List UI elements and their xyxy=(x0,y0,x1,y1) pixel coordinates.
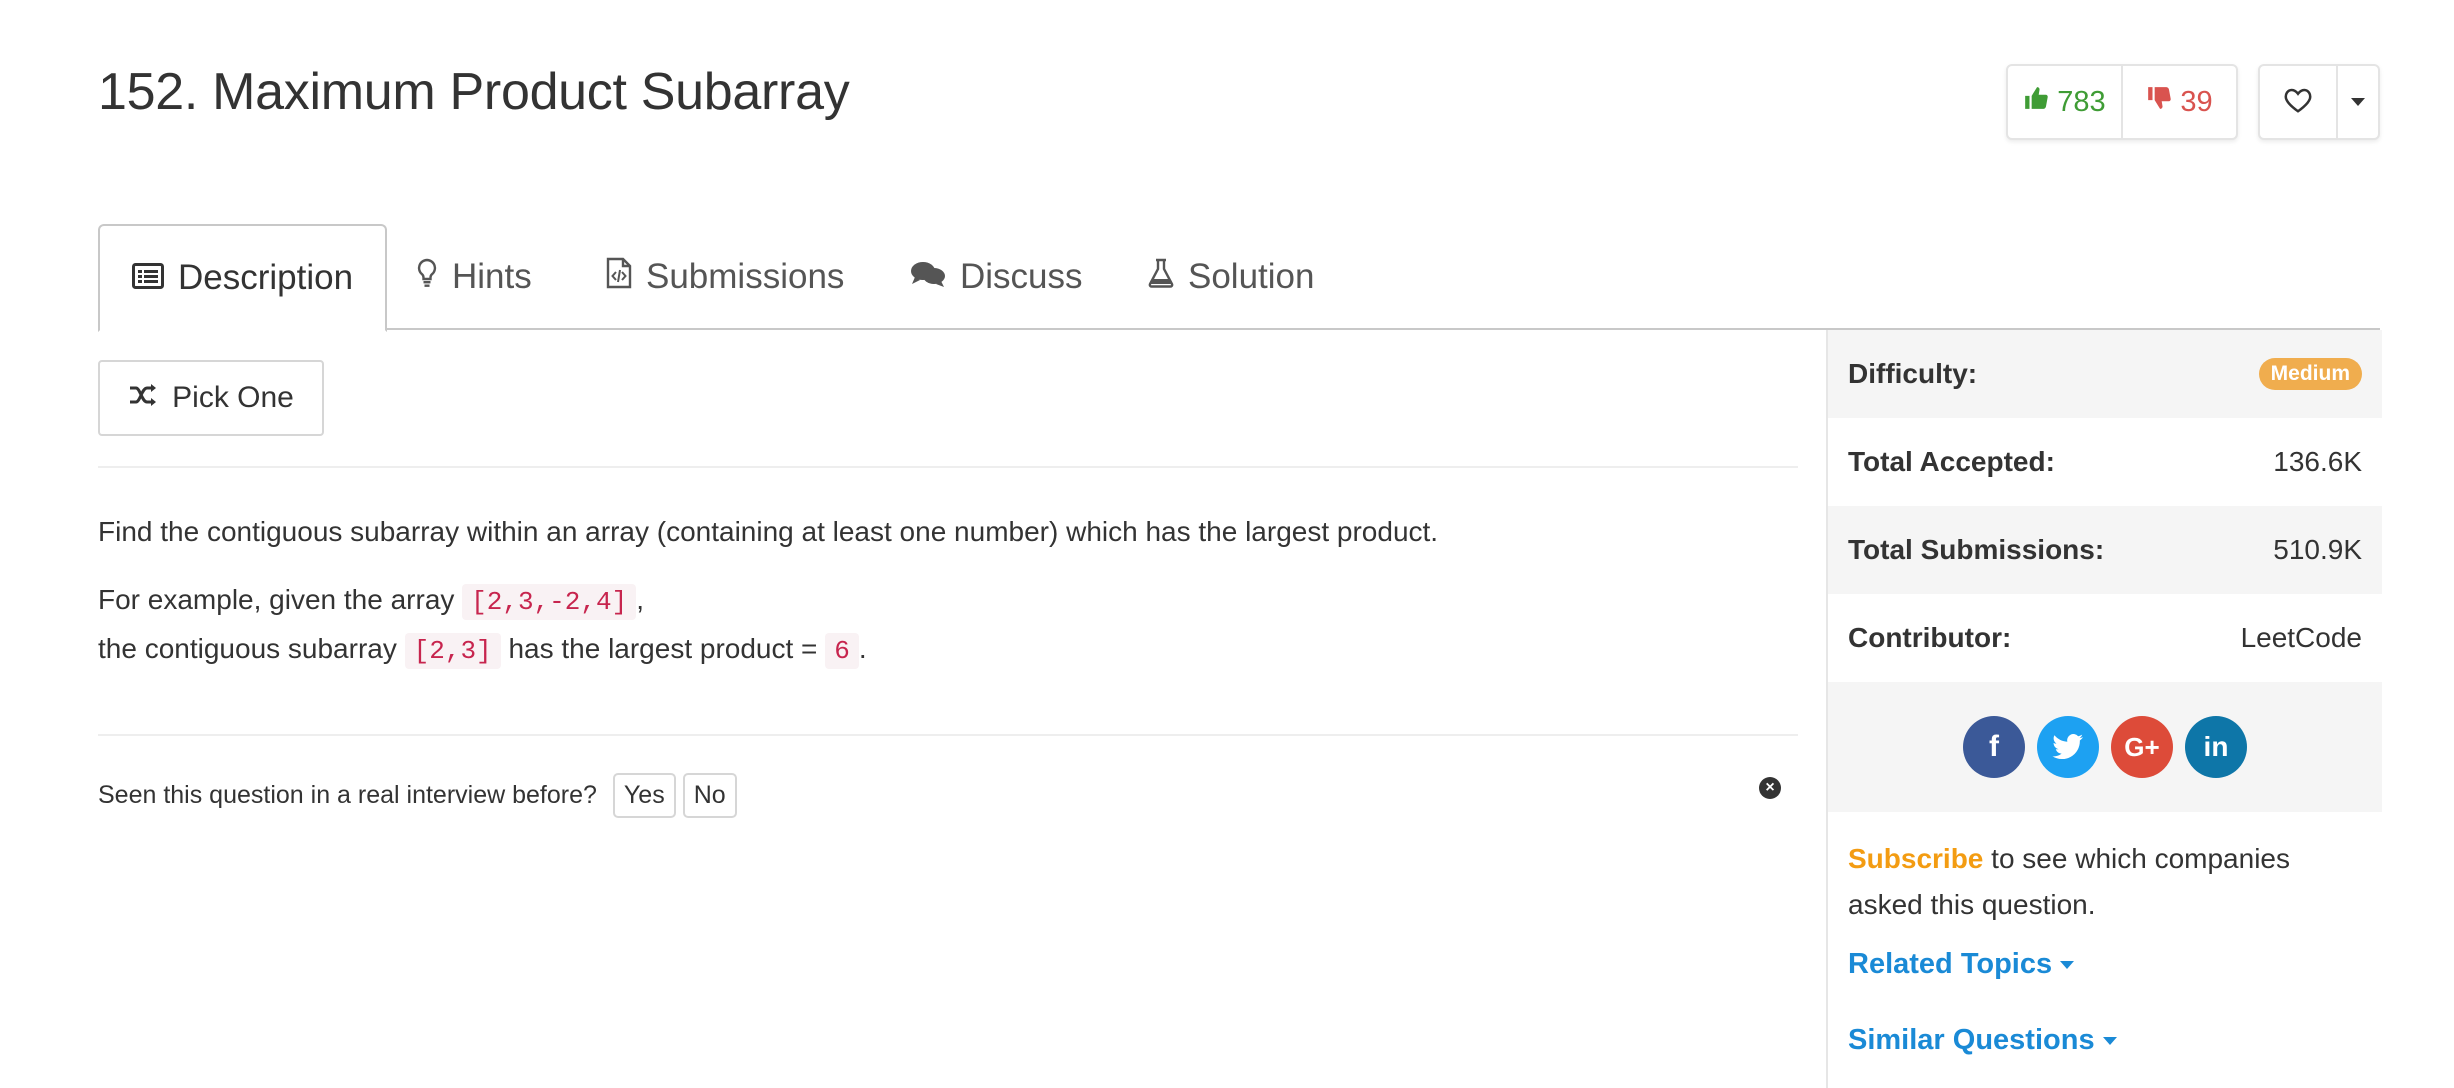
tab-label: Solution xyxy=(1188,257,1315,296)
difficulty-label: Difficulty: xyxy=(1848,358,1978,389)
example-array-code: [2,3,-2,4] xyxy=(462,584,637,620)
interview-question: Seen this question in a real interview b… xyxy=(98,772,737,818)
example-result-line: the contiguous subarray [2,3] has the la… xyxy=(98,624,867,676)
lightbulb-icon xyxy=(416,257,438,297)
linkedin-glyph: in xyxy=(2203,731,2229,762)
yes-button[interactable]: Yes xyxy=(612,772,676,818)
google-plus-glyph: G+ xyxy=(2124,731,2160,762)
accepted-row: Total Accepted: 136.6K xyxy=(1828,418,2382,506)
favorite-dropdown[interactable] xyxy=(2338,66,2378,138)
vote-group: 783 39 xyxy=(2006,64,2238,140)
example-punct: . xyxy=(858,633,867,664)
difficulty-badge: Medium xyxy=(2258,358,2362,390)
submissions-row: Total Submissions: 510.9K xyxy=(1828,506,2382,594)
description-text: Find the contiguous subarray within an a… xyxy=(98,516,1439,547)
caret-down-icon xyxy=(2102,1036,2117,1045)
problem-title: 152. Maximum Product Subarray xyxy=(98,63,850,121)
contributor-label: Contributor: xyxy=(1848,622,2012,653)
description-paragraph: Find the contiguous subarray within an a… xyxy=(98,507,1438,557)
pick-one-label: Pick One xyxy=(172,381,294,414)
list-icon xyxy=(132,258,164,298)
difficulty-row: Difficulty: Medium xyxy=(1828,330,2382,418)
close-icon[interactable]: × xyxy=(1759,777,1781,799)
caret-down-icon xyxy=(2351,98,2365,106)
interview-question-text: Seen this question in a real interview b… xyxy=(98,780,597,809)
accepted-label: Total Accepted: xyxy=(1848,446,2055,477)
divider xyxy=(98,734,1798,736)
similar-questions-label: Similar Questions xyxy=(1848,1024,2095,1056)
tab-label: Description xyxy=(178,258,354,297)
favorite-group xyxy=(2258,64,2380,140)
tab-submissions[interactable]: Submissions xyxy=(606,224,844,330)
facebook-icon[interactable]: f xyxy=(1963,716,2025,778)
tab-hints[interactable]: Hints xyxy=(416,224,532,330)
accepted-value: 136.6K xyxy=(2273,446,2362,477)
related-topics-toggle[interactable]: Related Topics xyxy=(1848,948,2075,981)
code-file-icon xyxy=(606,257,632,298)
twitter-icon[interactable] xyxy=(2037,716,2099,778)
heart-icon xyxy=(2283,86,2313,119)
problem-tabs: Description Hints Submissions Discuss So… xyxy=(98,224,2380,332)
like-count: 783 xyxy=(2057,85,2106,118)
shuffle-icon xyxy=(128,381,158,415)
subscribe-note: Subscribe to see which companies asked t… xyxy=(1848,836,2368,928)
example-text: the contiguous subarray xyxy=(98,633,397,664)
like-button[interactable]: 783 xyxy=(2008,66,2123,138)
sidebar: Difficulty: Medium Total Accepted: 136.6… xyxy=(1826,330,2382,1088)
related-topics-label: Related Topics xyxy=(1848,948,2053,980)
tab-label: Submissions xyxy=(646,257,845,296)
example-line: For example, given the array [2,3,-2,4], xyxy=(98,575,644,627)
tab-discuss[interactable]: Discuss xyxy=(910,224,1083,330)
contributor-row: Contributor: LeetCode xyxy=(1828,594,2382,682)
dislike-button[interactable]: 39 xyxy=(2123,66,2236,138)
tab-label: Hints xyxy=(452,257,532,296)
subarray-code: [2,3] xyxy=(404,633,501,669)
facebook-glyph: f xyxy=(1989,730,1999,763)
caret-down-icon xyxy=(2060,960,2075,969)
tab-description[interactable]: Description xyxy=(98,224,388,332)
example-text: For example, given the array xyxy=(98,584,455,615)
thumbs-up-icon xyxy=(2023,85,2049,119)
social-share: f G+ in xyxy=(1828,682,2382,812)
google-plus-icon[interactable]: G+ xyxy=(2111,716,2173,778)
pick-one-button[interactable]: Pick One xyxy=(98,360,324,436)
divider xyxy=(98,466,1798,468)
thumbs-down-icon xyxy=(2146,85,2172,119)
similar-questions-toggle[interactable]: Similar Questions xyxy=(1848,1024,2117,1057)
twitter-bird xyxy=(2052,734,2084,760)
comments-icon xyxy=(910,257,946,297)
submissions-label: Total Submissions: xyxy=(1848,534,2105,565)
submissions-value: 510.9K xyxy=(2273,534,2362,565)
flask-icon xyxy=(1148,257,1174,297)
example-text: has the largest product = xyxy=(508,633,818,664)
contributor-value: LeetCode xyxy=(2240,622,2362,653)
favorite-button[interactable] xyxy=(2260,66,2338,138)
tab-label: Discuss xyxy=(960,257,1083,296)
example-punct: , xyxy=(636,584,644,615)
subscribe-link[interactable]: Subscribe xyxy=(1848,843,1983,874)
tab-solution[interactable]: Solution xyxy=(1148,224,1314,330)
product-code: 6 xyxy=(825,633,859,669)
linkedin-icon[interactable]: in xyxy=(2185,716,2247,778)
no-button[interactable]: No xyxy=(682,772,737,818)
dislike-count: 39 xyxy=(2180,85,2213,118)
